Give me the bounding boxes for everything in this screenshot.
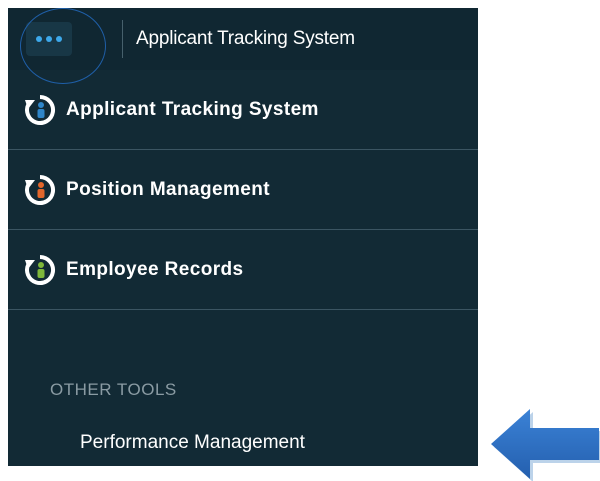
- refresh-person-icon: [25, 174, 56, 205]
- nav-item-employee-records[interactable]: Employee Records: [8, 230, 478, 310]
- nav-item-label: Position Management: [66, 178, 270, 200]
- nav-item-label: Employee Records: [66, 258, 244, 280]
- header-divider: [122, 20, 123, 58]
- other-tools-heading: OTHER TOOLS: [50, 380, 177, 399]
- sidebar-header: Applicant Tracking System: [8, 8, 478, 84]
- more-dots-icon-dot: [46, 36, 52, 42]
- nav-item-label: Applicant Tracking System: [66, 98, 319, 120]
- header-title: Applicant Tracking System: [136, 28, 355, 49]
- more-dots-icon: [36, 36, 42, 42]
- left-arrow-icon: [491, 409, 600, 481]
- nav-item-position-management[interactable]: Position Management: [8, 150, 478, 230]
- more-menu-button[interactable]: [26, 22, 72, 56]
- more-dots-icon-dot: [56, 36, 62, 42]
- refresh-person-icon: [25, 94, 56, 125]
- refresh-person-icon: [25, 254, 56, 285]
- performance-management-link[interactable]: Performance Management: [80, 432, 305, 454]
- nav-item-applicant-tracking[interactable]: Applicant Tracking System: [8, 70, 478, 150]
- sidebar-panel: Applicant Tracking System Applicant Trac…: [8, 8, 478, 466]
